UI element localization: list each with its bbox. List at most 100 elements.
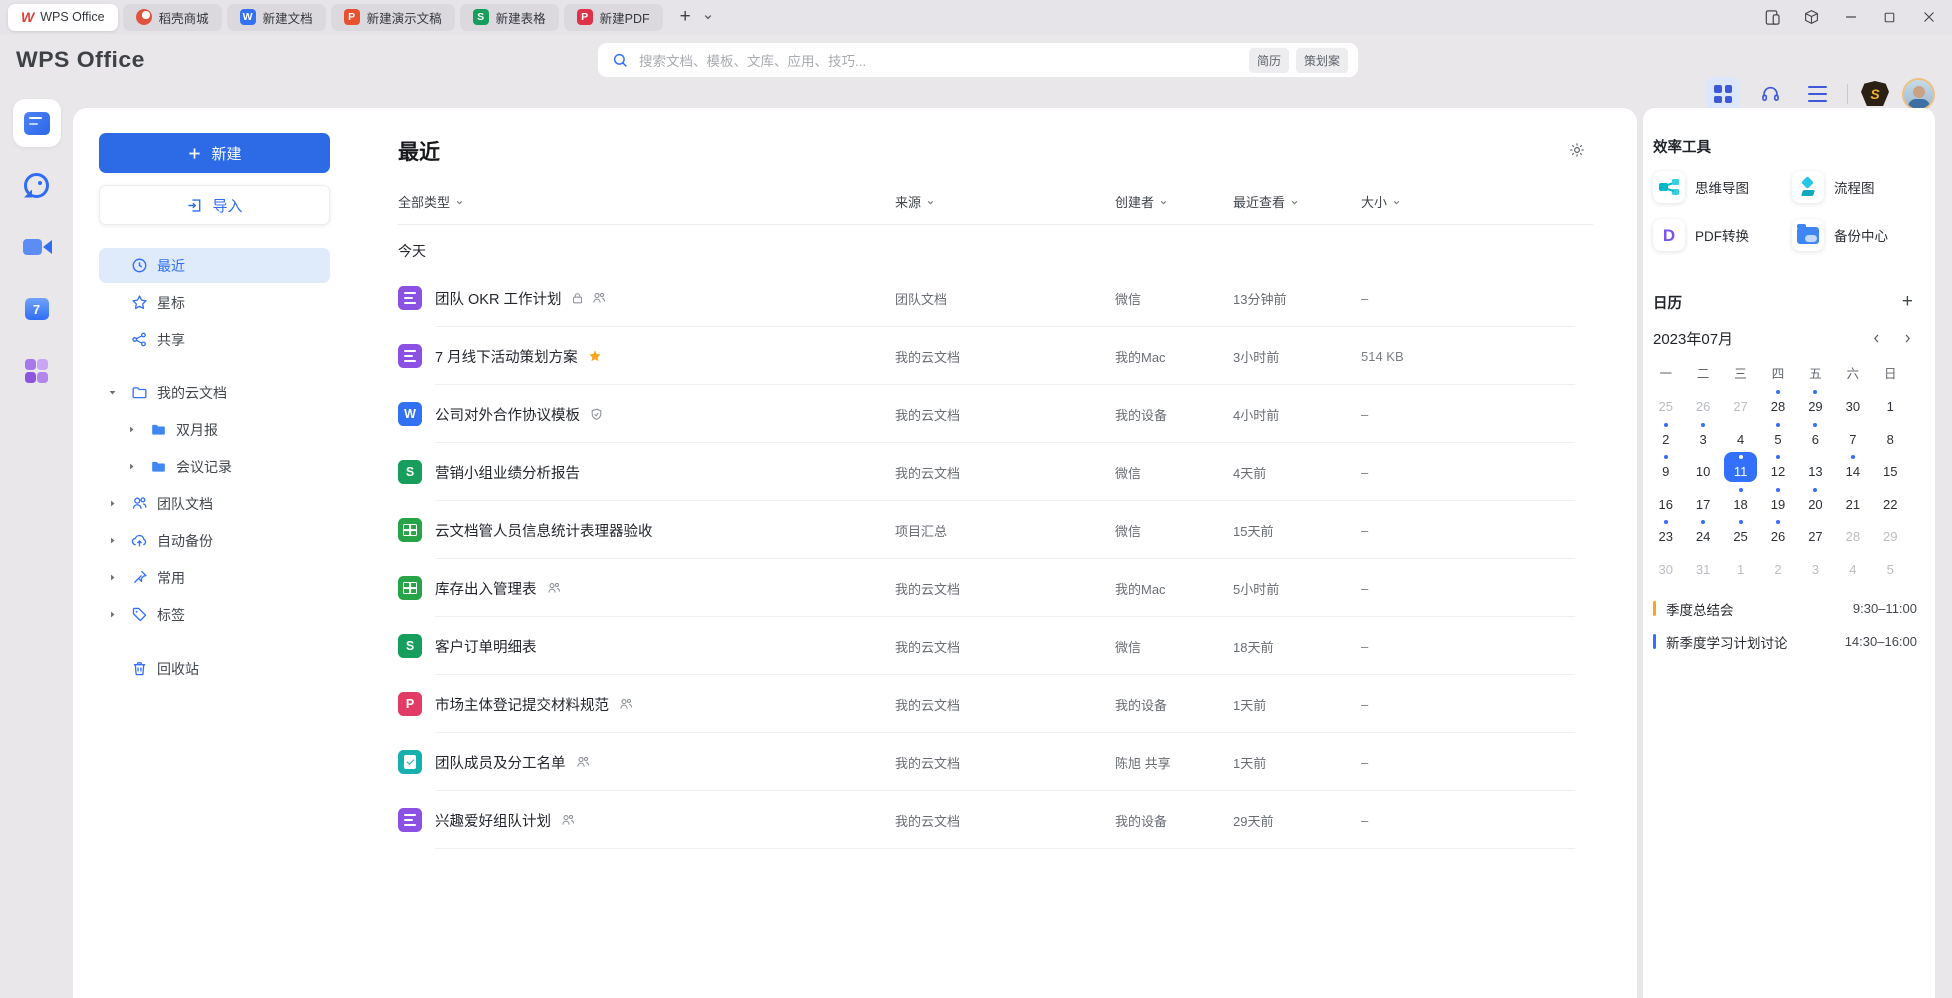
calendar-day[interactable]: 17 (1684, 485, 1721, 518)
calendar-day[interactable]: 26 (1684, 387, 1721, 420)
list-settings-gear-icon[interactable] (1569, 142, 1585, 158)
search-tag[interactable]: 策划案 (1296, 48, 1348, 73)
main-menu-icon[interactable] (1800, 77, 1834, 111)
calendar-event[interactable]: 新季度学习计划讨论14:30–16:00 (1653, 625, 1917, 658)
filter-source[interactable]: 来源 (895, 192, 1115, 211)
maximize-button[interactable] (1874, 4, 1905, 30)
caret-down-icon[interactable] (108, 388, 130, 397)
calendar-day[interactable]: 28 (1834, 517, 1871, 550)
calendar-day[interactable]: 2 (1759, 550, 1796, 583)
calendar-day[interactable]: 27 (1722, 387, 1759, 420)
calendar-day[interactable]: 20 (1797, 485, 1834, 518)
calendar-day[interactable]: 5 (1872, 550, 1909, 583)
file-row[interactable]: 库存出入管理表我的云文档我的Mac5小时前– (398, 559, 1593, 617)
calendar-day[interactable]: 13 (1797, 452, 1834, 485)
calendar-day[interactable]: 28 (1759, 387, 1796, 420)
calendar-day[interactable]: 4 (1834, 550, 1871, 583)
calendar-day[interactable]: 30 (1647, 550, 1684, 583)
sidebar-item-bimonthly-report[interactable]: 双月报 (99, 412, 330, 447)
rail-item-calendar[interactable]: 7 (13, 285, 61, 333)
sidebar-item-tags[interactable]: 标签 (99, 597, 330, 632)
caret-right-icon[interactable] (108, 536, 130, 545)
sidebar-item-shared[interactable]: 共享 (99, 322, 330, 357)
close-button[interactable] (1913, 4, 1944, 30)
calendar-day[interactable]: 25 (1722, 517, 1759, 550)
filter-viewed[interactable]: 最近查看 (1233, 192, 1361, 211)
tool-backup[interactable]: 备份中心 (1792, 219, 1917, 251)
calendar-day[interactable]: 21 (1834, 485, 1871, 518)
sidebar-item-starred[interactable]: 星标 (99, 285, 330, 320)
sidebar-item-meeting-notes[interactable]: 会议记录 (99, 449, 330, 484)
sidebar-item-my-cloud-docs[interactable]: 我的云文档 (99, 375, 330, 410)
calendar-next-month-icon[interactable] (1898, 331, 1917, 346)
rail-item-chat[interactable] (13, 161, 61, 209)
tab-new-doc[interactable]: W新建文档 (227, 4, 326, 31)
calendar-day[interactable]: 1 (1872, 387, 1909, 420)
import-button[interactable]: 导入 (99, 185, 330, 225)
calendar-day[interactable]: 29 (1872, 517, 1909, 550)
calendar-day[interactable]: 25 (1647, 387, 1684, 420)
calendar-day[interactable]: 23 (1647, 517, 1684, 550)
search-tag[interactable]: 简历 (1249, 48, 1289, 73)
calendar-day[interactable]: 2 (1647, 420, 1684, 453)
caret-right-icon[interactable] (108, 499, 130, 508)
calendar-day[interactable]: 7 (1834, 420, 1871, 453)
calendar-day[interactable]: 24 (1684, 517, 1721, 550)
tab-list-chevron-icon[interactable] (699, 10, 717, 24)
new-document-button[interactable]: 新建 (99, 133, 330, 173)
sidebar-item-recycle-bin[interactable]: 回收站 (99, 651, 330, 686)
calendar-day[interactable]: 14 (1834, 452, 1871, 485)
sidebar-item-recent[interactable]: 最近 (99, 248, 330, 283)
tool-pdf-convert[interactable]: DPDF转换 (1653, 219, 1792, 251)
calendar-day[interactable]: 3 (1684, 420, 1721, 453)
calendar-event[interactable]: 季度总结会9:30–11:00 (1653, 592, 1917, 625)
file-row[interactable]: 云文档管人员信息统计表理器验收项目汇总微信15天前– (398, 501, 1593, 559)
caret-right-icon[interactable] (108, 573, 130, 582)
membership-badge[interactable]: S (1861, 81, 1889, 107)
filter-size[interactable]: 大小 (1361, 192, 1593, 211)
tab-wps-office[interactable]: WWPS Office (8, 4, 118, 31)
calendar-day[interactable]: 9 (1647, 452, 1684, 485)
calendar-day[interactable]: 15 (1872, 452, 1909, 485)
file-row[interactable]: 7 月线下活动策划方案我的云文档我的Mac3小时前514 KB (398, 327, 1593, 385)
sidebar-item-frequent[interactable]: 常用 (99, 560, 330, 595)
file-row[interactable]: P市场主体登记提交材料规范我的云文档我的设备1天前– (398, 675, 1593, 733)
rail-item-docs[interactable] (13, 99, 61, 147)
rail-item-meeting[interactable] (13, 223, 61, 271)
calendar-day[interactable]: 1 (1722, 550, 1759, 583)
calendar-day[interactable]: 3 (1797, 550, 1834, 583)
caret-right-icon[interactable] (127, 425, 149, 434)
calendar-day[interactable]: 6 (1797, 420, 1834, 453)
search-bar[interactable]: 搜索文档、模板、文库、应用、技巧... 简历策划案 (598, 43, 1358, 77)
tab-new-sheet[interactable]: S新建表格 (460, 4, 559, 31)
sidebar-item-team-docs[interactable]: 团队文档 (99, 486, 330, 521)
calendar-day[interactable]: 5 (1759, 420, 1796, 453)
calendar-day[interactable]: 16 (1647, 485, 1684, 518)
file-row[interactable]: S营销小组业绩分析报告我的云文档微信4天前– (398, 443, 1593, 501)
sidebar-item-auto-backup[interactable]: 自动备份 (99, 523, 330, 558)
tab-docer-mall[interactable]: 稻壳商城 (123, 4, 222, 31)
calendar-day[interactable]: 26 (1759, 517, 1796, 550)
calendar-day[interactable]: 27 (1797, 517, 1834, 550)
support-headset-icon[interactable] (1753, 77, 1787, 111)
calendar-day[interactable]: 31 (1684, 550, 1721, 583)
tab-new-pdf[interactable]: P新建PDF (564, 4, 663, 31)
file-row[interactable]: S客户订单明细表我的云文档微信18天前– (398, 617, 1593, 675)
calendar-day-selected[interactable]: 11 (1722, 452, 1759, 485)
rail-item-apps[interactable] (13, 347, 61, 395)
tool-mindmap[interactable]: 思维导图 (1653, 171, 1792, 203)
calendar-day[interactable]: 4 (1722, 420, 1759, 453)
calendar-prev-month-icon[interactable] (1867, 331, 1886, 346)
filter-creator[interactable]: 创建者 (1115, 192, 1233, 211)
new-tab-button[interactable]: + (674, 6, 697, 28)
calendar-day[interactable]: 10 (1684, 452, 1721, 485)
tool-flowchart[interactable]: 流程图 (1792, 171, 1917, 203)
calendar-day[interactable]: 22 (1872, 485, 1909, 518)
caret-right-icon[interactable] (127, 462, 149, 471)
apps-grid-icon[interactable] (1706, 77, 1740, 111)
calendar-day[interactable]: 29 (1797, 387, 1834, 420)
calendar-day[interactable]: 30 (1834, 387, 1871, 420)
calendar-day[interactable]: 12 (1759, 452, 1796, 485)
calendar-day[interactable]: 18 (1722, 485, 1759, 518)
file-row[interactable]: 团队成员及分工名单我的云文档陈旭 共享1天前– (398, 733, 1593, 791)
